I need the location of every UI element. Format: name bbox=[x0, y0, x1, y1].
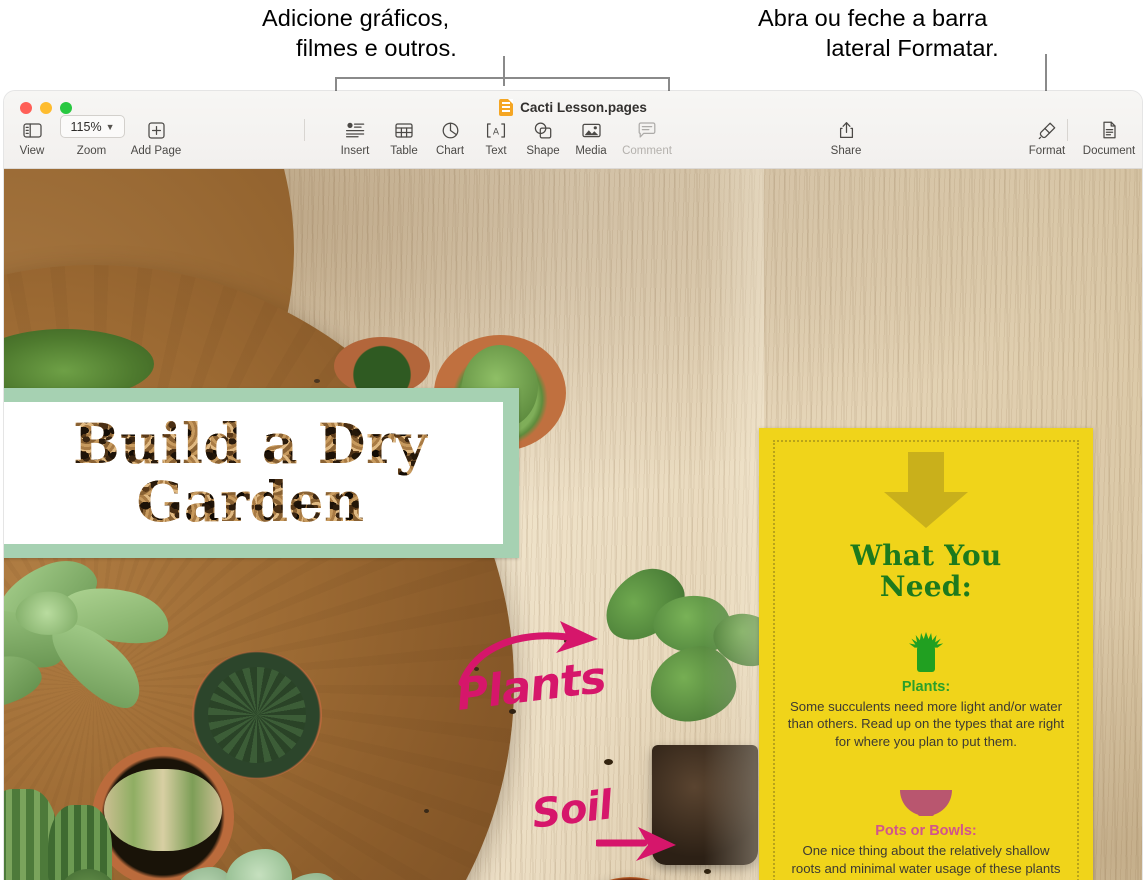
toolbar: View Zoom 115% ▼ Add Page Insert Table C… bbox=[4, 115, 1142, 167]
toolbar-format-label: Format bbox=[1028, 145, 1066, 157]
insert-icon bbox=[345, 117, 365, 143]
panel-section-bowls: Pots or Bowls: One nice thing about the … bbox=[787, 772, 1065, 880]
comment-bubble-icon bbox=[638, 117, 656, 143]
toolbar-zoom-label: Zoom bbox=[76, 145, 107, 157]
column-cactus bbox=[48, 805, 112, 880]
pages-document-icon bbox=[499, 99, 514, 116]
toolbar-insert-label: Insert bbox=[340, 145, 370, 157]
callout-insert-label: Adicione gráficos, filmes e outros. bbox=[262, 3, 457, 63]
toolbar-document-button[interactable]: Document bbox=[1077, 117, 1141, 157]
toolbar-chart-label: Chart bbox=[435, 145, 465, 157]
pages-app-window: Cacti Lesson.pages View Zoom 115% ▼ Add … bbox=[4, 91, 1142, 880]
toolbar-table-label: Table bbox=[390, 145, 418, 157]
headline-block[interactable]: Build a Dry Garden bbox=[4, 388, 519, 558]
down-arrow-icon bbox=[884, 452, 968, 528]
toolbar-format-button[interactable]: Format bbox=[1015, 117, 1079, 157]
panel-heading-line2: Need: bbox=[879, 570, 973, 603]
small-pot-top bbox=[334, 337, 430, 395]
toolbar-divider-right bbox=[1067, 119, 1068, 141]
callout-insert-bracket bbox=[335, 77, 670, 92]
panel-section-bowls-title: Pots or Bowls: bbox=[875, 823, 977, 840]
hairy-cactus bbox=[104, 769, 222, 851]
toolbar-shape-label: Shape bbox=[526, 145, 560, 157]
toolbar-comment-label: Comment bbox=[622, 145, 672, 157]
document-title: Cacti Lesson.pages bbox=[4, 99, 1142, 116]
plus-square-icon bbox=[147, 117, 165, 143]
callout-format-line2: lateral Formatar. bbox=[826, 35, 999, 61]
callout-insert-line1: Adicione gráficos, bbox=[262, 5, 450, 31]
yellow-info-panel[interactable]: What You Need: Plants: Some succulents n bbox=[759, 428, 1093, 880]
echeveria-blue bbox=[166, 849, 346, 880]
table-icon bbox=[395, 117, 413, 143]
callout-format-line1: Abra ou feche a barra bbox=[758, 5, 988, 31]
headline-white-box: Build a Dry Garden bbox=[4, 402, 503, 544]
text-box-icon: A bbox=[486, 117, 506, 143]
toolbar-media-label: Media bbox=[575, 145, 607, 157]
sidebar-icon bbox=[22, 117, 42, 143]
document-page-icon bbox=[1102, 117, 1117, 143]
bowl-icon bbox=[787, 772, 1065, 818]
share-up-arrow-icon bbox=[839, 117, 854, 143]
photo-icon bbox=[581, 117, 601, 143]
echeveria-large bbox=[4, 549, 214, 757]
headline-text: Build a Dry Garden bbox=[73, 415, 428, 531]
toolbar-add-page-button[interactable]: Add Page bbox=[124, 117, 188, 157]
toolbar-document-label: Document bbox=[1082, 145, 1136, 157]
document-title-text: Cacti Lesson.pages bbox=[520, 100, 647, 115]
zoom-value: 115% bbox=[70, 119, 102, 134]
panel-section-plants-title: Plants: bbox=[901, 679, 951, 695]
toolbar-view-button[interactable]: View bbox=[4, 117, 64, 157]
toolbar-view-label: View bbox=[19, 145, 45, 157]
toolbar-divider bbox=[304, 119, 305, 141]
document-canvas[interactable]: Build a Dry Garden Plants Soil What You … bbox=[4, 169, 1142, 880]
panel-section-plants-body: Some succulents need more light and/or w… bbox=[787, 699, 1065, 749]
toolbar-comment-button[interactable]: Comment bbox=[615, 117, 679, 157]
headline-line1: Build a Dry bbox=[73, 411, 428, 476]
barrel-cactus bbox=[208, 667, 306, 763]
headline-line2: Garden bbox=[136, 469, 365, 534]
soil-speck bbox=[314, 379, 320, 383]
panel-content: What You Need: Plants: Some succulents n bbox=[787, 452, 1065, 880]
annotation-soil-arrow bbox=[596, 827, 676, 861]
panel-section-plants: Plants: Some succulents need more light … bbox=[787, 628, 1065, 750]
annotation-plants-arrow bbox=[458, 621, 598, 687]
soil-speck bbox=[424, 809, 429, 813]
toolbar-media-button[interactable]: Media bbox=[559, 117, 623, 157]
panel-section-bowls-body: One nice thing about the relatively shal… bbox=[791, 843, 1061, 880]
cactus-icon bbox=[787, 628, 1065, 674]
callout-insert-line2: filmes e outros. bbox=[296, 35, 457, 61]
toolbar-share-label: Share bbox=[830, 145, 862, 157]
toolbar-add-page-label: Add Page bbox=[130, 145, 182, 157]
leaf bbox=[226, 849, 292, 880]
toolbar-text-label: Text bbox=[485, 145, 507, 157]
toolbar-share-button[interactable]: Share bbox=[814, 117, 878, 157]
screenshot-root: Adicione gráficos, filmes e outros. Abra… bbox=[0, 0, 1146, 880]
svg-text:A: A bbox=[493, 127, 500, 137]
window-titlebar: Cacti Lesson.pages View Zoom 115% ▼ Add … bbox=[4, 91, 1142, 169]
paintbrush-icon bbox=[1038, 117, 1057, 143]
chevron-down-icon: ▼ bbox=[105, 121, 115, 132]
zoom-select[interactable]: 115% ▼ bbox=[60, 115, 125, 138]
callout-format-label: Abra ou feche a barra lateral Formatar. bbox=[758, 3, 999, 63]
wood-right-highlight bbox=[704, 169, 764, 880]
panel-heading-line1: What You bbox=[850, 539, 1002, 572]
shapes-icon bbox=[534, 117, 552, 143]
pie-chart-icon bbox=[442, 117, 459, 143]
panel-heading: What You Need: bbox=[787, 540, 1065, 602]
